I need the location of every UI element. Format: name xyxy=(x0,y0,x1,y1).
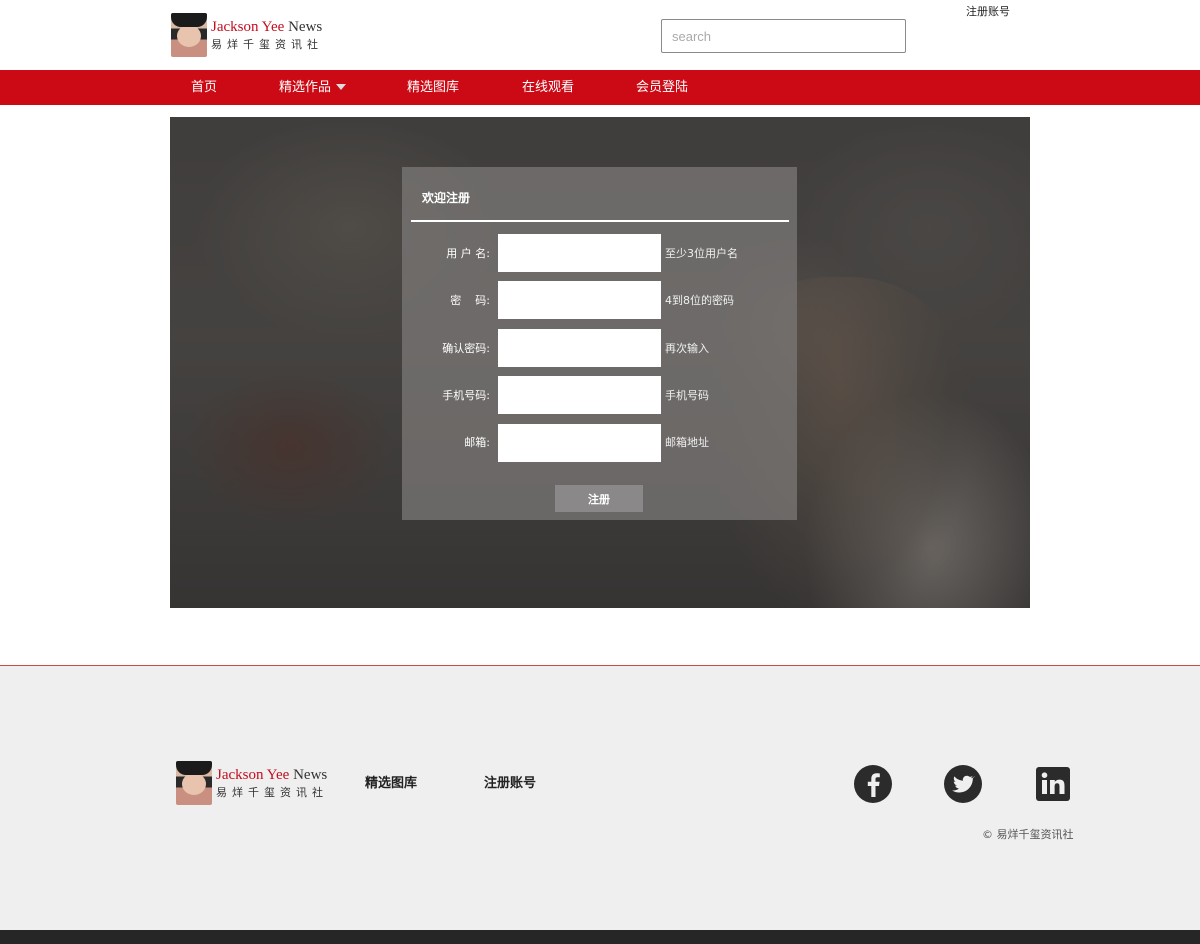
nav-item-home[interactable]: 首页 xyxy=(191,70,217,105)
confirm-password-label: 确认密码: xyxy=(442,342,490,355)
email-label: 邮箱: xyxy=(464,436,490,449)
footer-logo-subtitle: 易烊千玺资讯社 xyxy=(216,786,328,799)
register-form: 欢迎注册 用 户 名: 至少3位用户名 密 码: 4到8位的密码 确认密码: 再… xyxy=(402,167,797,520)
username-hint: 至少3位用户名 xyxy=(665,247,738,260)
phone-field[interactable] xyxy=(498,376,661,414)
footer-link-gallery[interactable]: 精选图库 xyxy=(365,772,417,791)
nav-item-member-login[interactable]: 会员登陆 xyxy=(636,70,688,105)
username-label: 用 户 名: xyxy=(446,247,490,260)
logo-avatar xyxy=(171,13,207,57)
site-footer: Jackson Yee News 易烊千玺资讯社 精选图库 注册账号 © 易烊千… xyxy=(0,666,1200,930)
footer-brand-suffix: News xyxy=(293,767,328,783)
nav-item-gallery[interactable]: 精选图库 xyxy=(407,70,459,105)
confirm-password-field[interactable] xyxy=(498,329,661,367)
bottom-bar xyxy=(0,930,1200,944)
footer-logo-avatar xyxy=(176,761,212,805)
logo-subtitle: 易烊千玺资讯社 xyxy=(211,38,323,51)
password-label: 密 码: xyxy=(450,294,490,307)
password-field[interactable] xyxy=(498,281,661,319)
facebook-icon[interactable] xyxy=(853,764,893,804)
phone-label: 手机号码: xyxy=(442,389,490,402)
footer-link-register[interactable]: 注册账号 xyxy=(484,772,536,791)
phone-hint: 手机号码 xyxy=(665,389,709,402)
linkedin-icon[interactable] xyxy=(1033,764,1073,804)
form-title: 欢迎注册 xyxy=(422,191,471,205)
main-nav: 首页 精选作品 精选图库 在线观看 会员登陆 xyxy=(0,70,1200,105)
register-submit-button[interactable]: 注册 xyxy=(555,485,643,512)
twitter-icon[interactable] xyxy=(943,764,983,804)
footer-logo[interactable]: Jackson Yee News 易烊千玺资讯社 xyxy=(176,760,336,806)
site-logo[interactable]: Jackson Yee News 易烊千玺资讯社 xyxy=(171,12,331,58)
form-divider xyxy=(411,220,789,222)
nav-item-featured-works-label: 精选作品 xyxy=(279,80,332,95)
register-account-link[interactable]: 注册账号 xyxy=(966,3,1010,19)
logo-brand-suffix: News xyxy=(288,19,323,35)
nav-item-watch-online[interactable]: 在线观看 xyxy=(522,70,574,105)
copyright-text: © 易烊千玺资讯社 xyxy=(982,828,1074,841)
email-hint: 邮箱地址 xyxy=(665,436,709,449)
nav-item-featured-works[interactable]: 精选作品 xyxy=(279,70,347,105)
confirm-password-hint: 再次输入 xyxy=(665,342,709,355)
site-header: Jackson Yee News 易烊千玺资讯社 注册账号 xyxy=(0,0,1200,70)
email-field[interactable] xyxy=(498,424,661,462)
chevron-down-icon xyxy=(336,83,347,90)
hero-banner: 欢迎注册 用 户 名: 至少3位用户名 密 码: 4到8位的密码 确认密码: 再… xyxy=(170,117,1030,608)
footer-brand-name: Jackson Yee xyxy=(216,767,290,783)
password-hint: 4到8位的密码 xyxy=(665,294,734,307)
logo-brand-name: Jackson Yee xyxy=(211,19,285,35)
search-input[interactable] xyxy=(661,19,906,53)
username-field[interactable] xyxy=(498,234,661,272)
